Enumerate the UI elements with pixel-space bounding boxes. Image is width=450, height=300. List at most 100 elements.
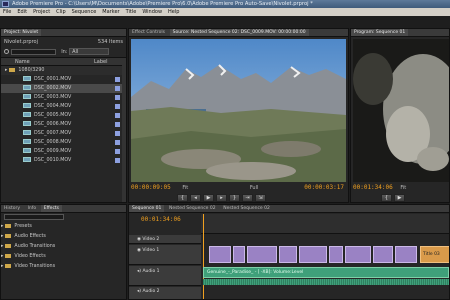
video-clip[interactable] [247,246,277,263]
project-tabrow: Project: Nivolet [1,29,126,37]
speaker-icon[interactable]: ◂) [137,269,141,274]
effects-category[interactable]: ▸ Video Transitions [1,262,126,272]
project-item-name: DSC_0002.MOV [34,86,72,91]
menu-clip[interactable]: Clip [53,9,68,15]
search-input[interactable] [10,48,56,55]
video-clip[interactable] [373,246,393,263]
tab-program[interactable]: Program: Sequence 01 [351,29,409,36]
program-fit-select[interactable]: Fit [400,185,406,191]
track-name: Audio 1 [142,269,160,274]
timeline-panel: Sequence 01 Nested Sequence 02 Nested Se… [128,204,450,300]
video-clip[interactable] [345,246,371,263]
project-scrollbar[interactable] [122,65,126,202]
video-clip[interactable] [233,246,245,263]
eye-icon[interactable]: ◉ [137,248,141,253]
expand-triangle-icon[interactable]: ▸ [1,224,3,229]
audio-clip[interactable]: Genuine_-_Paradise_ - [ -XB]: Volume:Lev… [203,267,449,278]
menu-file[interactable]: File [0,9,14,15]
menu-edit[interactable]: Edit [14,9,30,15]
project-item[interactable]: DSC_0009.MOV [1,147,126,156]
video-clip[interactable] [395,246,417,263]
label-swatch [115,140,120,145]
effects-tabrow: History Info Effects [1,205,126,213]
project-item[interactable]: DSC_0004.MOV [1,102,126,111]
expand-triangle-icon[interactable]: ▸ [1,254,3,259]
tab-sequence-01[interactable]: Sequence 01 [129,205,165,212]
track-header-audio2[interactable]: ◂) Audio 2 [129,287,201,299]
tab-source[interactable]: Source: Nested Sequence 02: DSC_0009.MOV… [169,29,309,36]
step-back-icon[interactable]: ◂ [190,194,201,202]
source-quality-select[interactable]: Full [250,185,259,191]
track-header-video2[interactable]: ◉ Video 2 [129,235,201,244]
label-swatch [115,149,120,154]
insert-button[interactable]: ⇥ [242,194,253,202]
expand-triangle-icon[interactable]: ▸ [1,234,3,239]
expand-triangle-icon[interactable]: ▸ [5,68,7,73]
clip-icon [23,130,31,135]
track-name: Video 2 [142,237,160,242]
source-video-frame [131,39,346,182]
expand-triangle-icon[interactable]: ▸ [1,264,3,269]
effects-category[interactable]: ▸ Video Effects [1,252,126,262]
program-timecode[interactable]: 00:01:34:06 [353,184,393,191]
program-mark-in-button[interactable]: { [381,194,392,202]
source-fit-select[interactable]: Fit [182,185,188,191]
source-timecode[interactable]: 00:00:09:05 [131,184,171,191]
tab-nested-sequence-02b[interactable]: Nested Sequence 02 [220,205,273,212]
project-item[interactable]: DSC_0005.MOV [1,111,126,120]
effects-search-input[interactable] [4,214,64,220]
menu-title[interactable]: Title [123,9,140,15]
project-item[interactable]: DSC_0003.MOV [1,93,126,102]
tab-info[interactable]: Info [25,205,40,212]
tab-effect-controls[interactable]: Effect Controls [129,29,168,36]
menu-window[interactable]: Window [139,9,165,15]
animal-closeup-image [353,39,449,182]
speaker-icon[interactable]: ◂) [137,289,141,294]
tab-project[interactable]: Project: Nivolet [1,29,42,36]
effects-category[interactable]: ▸ Audio Effects [1,232,126,242]
effects-category[interactable]: ▸ Audio Transitions [1,242,126,252]
video-clip[interactable] [299,246,327,263]
step-forward-icon[interactable]: ▸ [216,194,227,202]
playhead[interactable] [203,214,204,299]
in-label: In: [61,49,68,55]
project-item[interactable]: DSC_0006.MOV [1,120,126,129]
video-clip[interactable] [209,246,231,263]
menu-sequence[interactable]: Sequence [69,9,100,15]
window-titlebar: Adobe Premiere Pro - C:\Users\M\Document… [0,0,450,8]
play-button[interactable]: ▶ [203,194,214,202]
mark-out-button[interactable]: } [229,194,240,202]
menu-marker[interactable]: Marker [99,9,122,15]
project-folder-row[interactable]: ▸ 1080/3290 [1,66,126,75]
title-clip[interactable]: Title 03 [420,246,449,263]
eye-icon[interactable]: ◉ [137,237,141,242]
video-clip[interactable] [329,246,343,263]
folder-icon [9,67,16,72]
project-item[interactable]: DSC_0010.MOV [1,156,126,165]
time-ruler[interactable] [201,214,449,299]
clip-icon [23,121,31,126]
project-item[interactable]: DSC_0008.MOV [1,138,126,147]
tab-effects[interactable]: Effects [40,205,63,212]
project-item[interactable]: DSC_0007.MOV [1,129,126,138]
in-select[interactable]: All [69,48,110,55]
program-play-button[interactable]: ▶ [394,194,405,202]
track-header-audio1[interactable]: ◂) Audio 1 [129,266,201,286]
video-clip[interactable] [279,246,297,263]
tab-history[interactable]: History [1,205,23,212]
menu-help[interactable]: Help [165,9,182,15]
timeline-timecode[interactable]: 00:01:34:06 [141,216,181,223]
project-item[interactable]: DSC_0002.MOV [1,84,126,93]
track-header-video1[interactable]: ◉ Video 1 [129,245,201,265]
project-item[interactable]: DSC_0001.MOV [1,75,126,84]
premiere-app-icon [2,1,9,7]
menu-project[interactable]: Project [30,9,53,15]
expand-triangle-icon[interactable]: ▸ [1,244,3,249]
overwrite-button[interactable]: ⇲ [255,194,266,202]
mark-in-button[interactable]: { [177,194,188,202]
effects-panel: History Info Effects ▸ Presets ▸ Audio Eff… [0,204,127,300]
column-name[interactable]: Name [15,59,30,65]
tab-nested-sequence-02[interactable]: Nested Sequence 02 [166,205,219,212]
track-name: Audio 2 [142,289,160,294]
effects-category[interactable]: ▸ Presets [1,222,126,232]
